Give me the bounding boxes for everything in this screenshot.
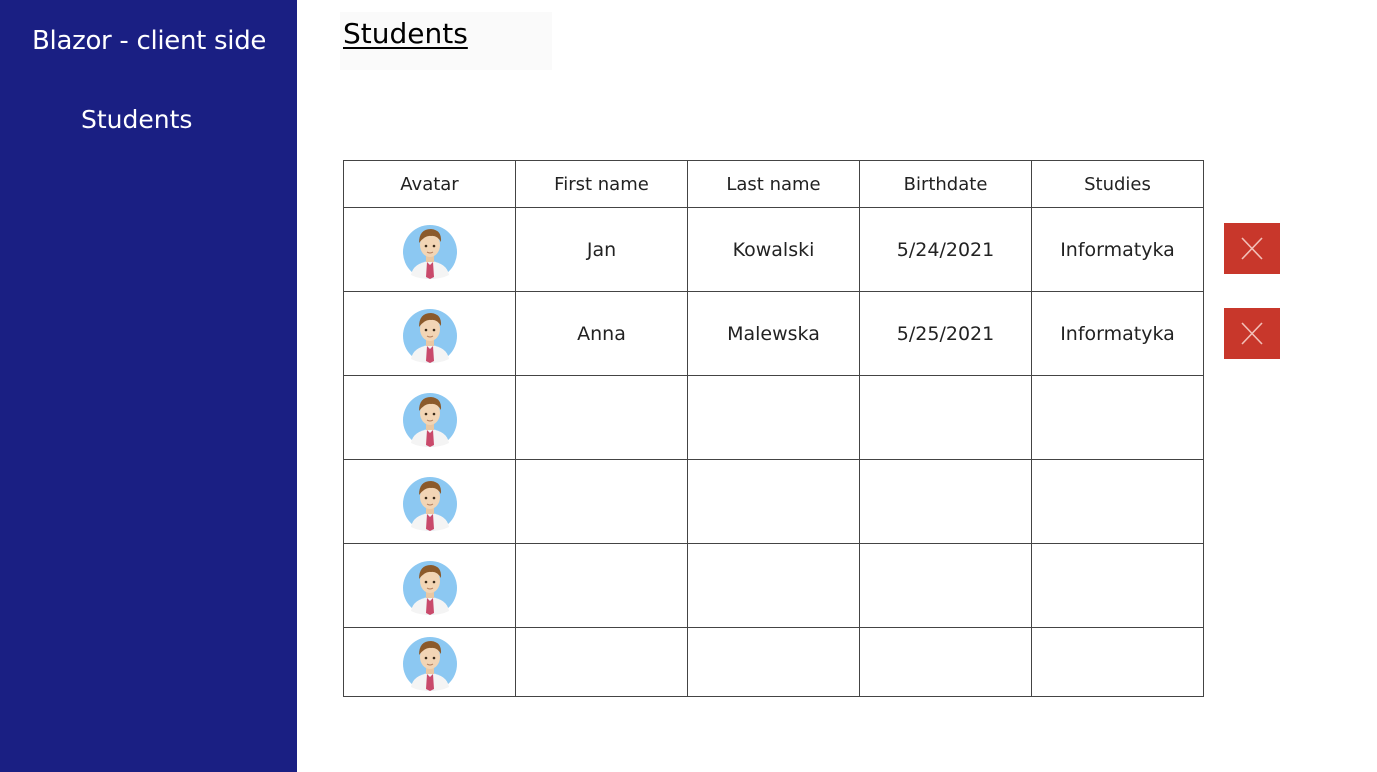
birthdate-cell: 5/25/2021 xyxy=(859,291,1032,376)
table-row xyxy=(343,543,1204,628)
brand-title: Blazor - client side xyxy=(32,26,267,56)
nav-item-students[interactable]: Students xyxy=(81,105,192,134)
first-name-cell xyxy=(515,459,688,544)
birthdate-cell xyxy=(859,627,1032,697)
close-icon xyxy=(1224,223,1280,274)
avatar-cell xyxy=(343,627,516,697)
first-name-cell xyxy=(515,627,688,697)
sidebar: Blazor - client side Students xyxy=(0,0,297,772)
studies-cell: Informatyka xyxy=(1031,207,1204,292)
table-row xyxy=(343,459,1204,544)
last-name-cell xyxy=(687,375,860,460)
first-name-cell: Anna xyxy=(515,291,688,376)
students-table: Avatar First name Last name Birthdate St… xyxy=(343,160,1204,697)
column-header-birthdate: Birthdate xyxy=(859,160,1032,208)
first-name-cell: Jan xyxy=(515,207,688,292)
table-row: Jan Kowalski 5/24/2021 Informatyka xyxy=(343,207,1204,292)
studies-cell xyxy=(1031,459,1204,544)
table-row xyxy=(343,375,1204,460)
avatar-cell xyxy=(343,207,516,292)
delete-row-button[interactable] xyxy=(1224,308,1280,359)
last-name-cell xyxy=(687,627,860,697)
last-name-cell xyxy=(687,543,860,628)
column-header-avatar: Avatar xyxy=(343,160,516,208)
studies-cell xyxy=(1031,543,1204,628)
student-avatar-icon xyxy=(401,557,459,615)
student-avatar-icon xyxy=(401,221,459,279)
student-avatar-icon xyxy=(401,305,459,363)
avatar-cell xyxy=(343,375,516,460)
column-header-first-name: First name xyxy=(515,160,688,208)
column-header-studies: Studies xyxy=(1031,160,1204,208)
close-icon xyxy=(1224,308,1280,359)
table-row: Anna Malewska 5/25/2021 Informatyka xyxy=(343,291,1204,376)
last-name-cell: Malewska xyxy=(687,291,860,376)
avatar-cell xyxy=(343,291,516,376)
birthdate-cell xyxy=(859,459,1032,544)
avatar-cell xyxy=(343,459,516,544)
table-row xyxy=(343,627,1204,697)
first-name-cell xyxy=(515,543,688,628)
table-header-row: Avatar First name Last name Birthdate St… xyxy=(343,160,1204,208)
birthdate-cell: 5/24/2021 xyxy=(859,207,1032,292)
first-name-cell xyxy=(515,375,688,460)
studies-cell: Informatyka xyxy=(1031,291,1204,376)
studies-cell xyxy=(1031,375,1204,460)
last-name-cell: Kowalski xyxy=(687,207,860,292)
page-title: Students xyxy=(343,17,468,50)
studies-cell xyxy=(1031,627,1204,697)
avatar-cell xyxy=(343,543,516,628)
column-header-last-name: Last name xyxy=(687,160,860,208)
student-avatar-icon xyxy=(401,473,459,531)
birthdate-cell xyxy=(859,543,1032,628)
birthdate-cell xyxy=(859,375,1032,460)
last-name-cell xyxy=(687,459,860,544)
student-avatar-icon xyxy=(401,633,459,691)
delete-row-button[interactable] xyxy=(1224,223,1280,274)
student-avatar-icon xyxy=(401,389,459,447)
